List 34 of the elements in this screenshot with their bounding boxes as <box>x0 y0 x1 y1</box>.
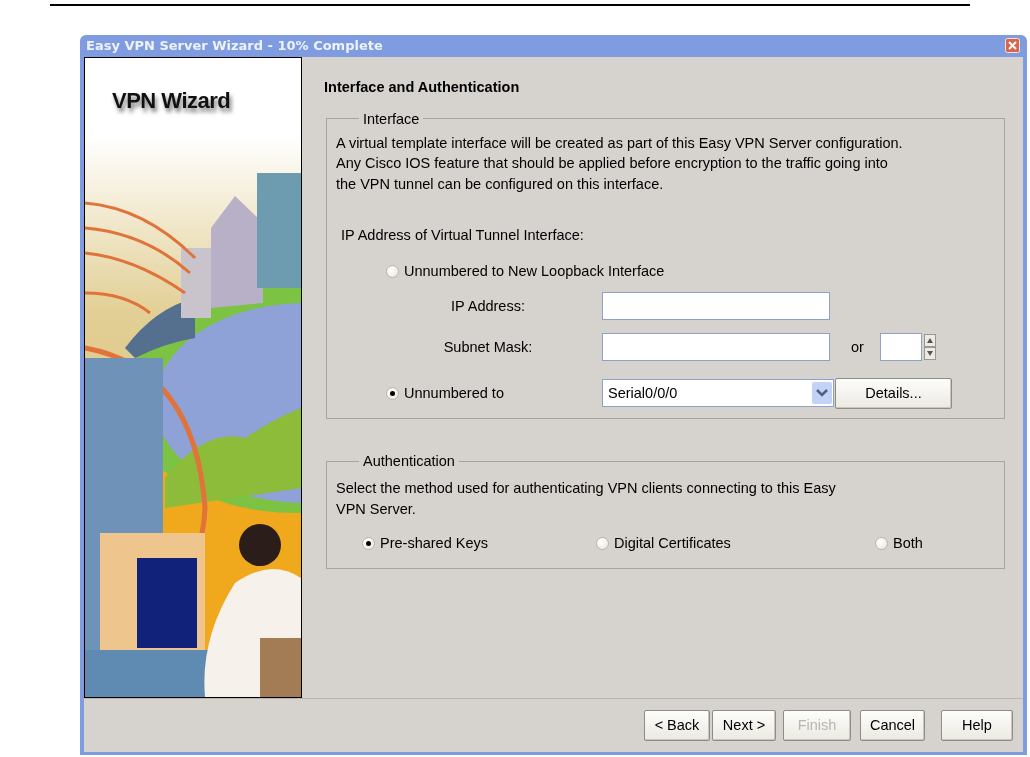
interface-dropdown[interactable]: Serial0/0/0 <box>602 379 834 408</box>
dropdown-value: Serial0/0/0 <box>608 385 678 402</box>
radio-button[interactable] <box>386 386 399 400</box>
radio-label: Unnumbered to <box>404 385 504 402</box>
button[interactable]: Next > <box>712 709 776 741</box>
or-label: or <box>851 339 864 356</box>
group-title: Authentication <box>362 453 456 470</box>
radio-button[interactable] <box>362 536 375 550</box>
radio-label: Both <box>893 535 923 552</box>
description-text: Select the method used for authenticating VPN clients connecting to this Easy VPN Server. <box>336 479 837 520</box>
radio-button[interactable] <box>386 264 399 278</box>
button[interactable]: Cancel <box>860 709 925 741</box>
radio-button[interactable] <box>875 536 888 550</box>
group-title: Interface <box>362 110 421 127</box>
close-icon[interactable] <box>1005 38 1020 54</box>
description-text: A virtual template interface will be created as part of this Easy VPN Server configuration. Any Cisco IOS feature that should be applied before encryption to the traffic going into the VPN tunnel can be configured on this interface. <box>336 133 904 194</box>
field-label: IP Address: <box>450 297 526 317</box>
spinner-icon[interactable] <box>923 334 936 361</box>
button[interactable]: Details... <box>835 377 952 409</box>
chevron-down-icon[interactable] <box>812 382 832 405</box>
subnet-mask-field[interactable] <box>602 333 830 362</box>
button[interactable]: Help <box>941 709 1013 741</box>
radio-button[interactable] <box>596 536 609 550</box>
ip-address-field[interactable] <box>602 292 830 321</box>
page-heading: Interface and Authentication <box>324 78 521 95</box>
button[interactable]: < Back <box>644 709 710 741</box>
field-label: Subnet Mask: <box>442 338 534 358</box>
radio-label: Pre-shared Keys <box>380 535 488 552</box>
field-label: IP Address of Virtual Tunnel Interface: <box>341 227 585 244</box>
radio-label: Digital Certificates <box>614 535 731 552</box>
sidebar-title: VPN Wizard <box>112 87 231 114</box>
prefix-field[interactable] <box>879 333 922 362</box>
window-title: Easy VPN Server Wizard - 10% Complete <box>86 38 383 54</box>
radio-label: Unnumbered to New Loopback Interface <box>404 263 665 280</box>
